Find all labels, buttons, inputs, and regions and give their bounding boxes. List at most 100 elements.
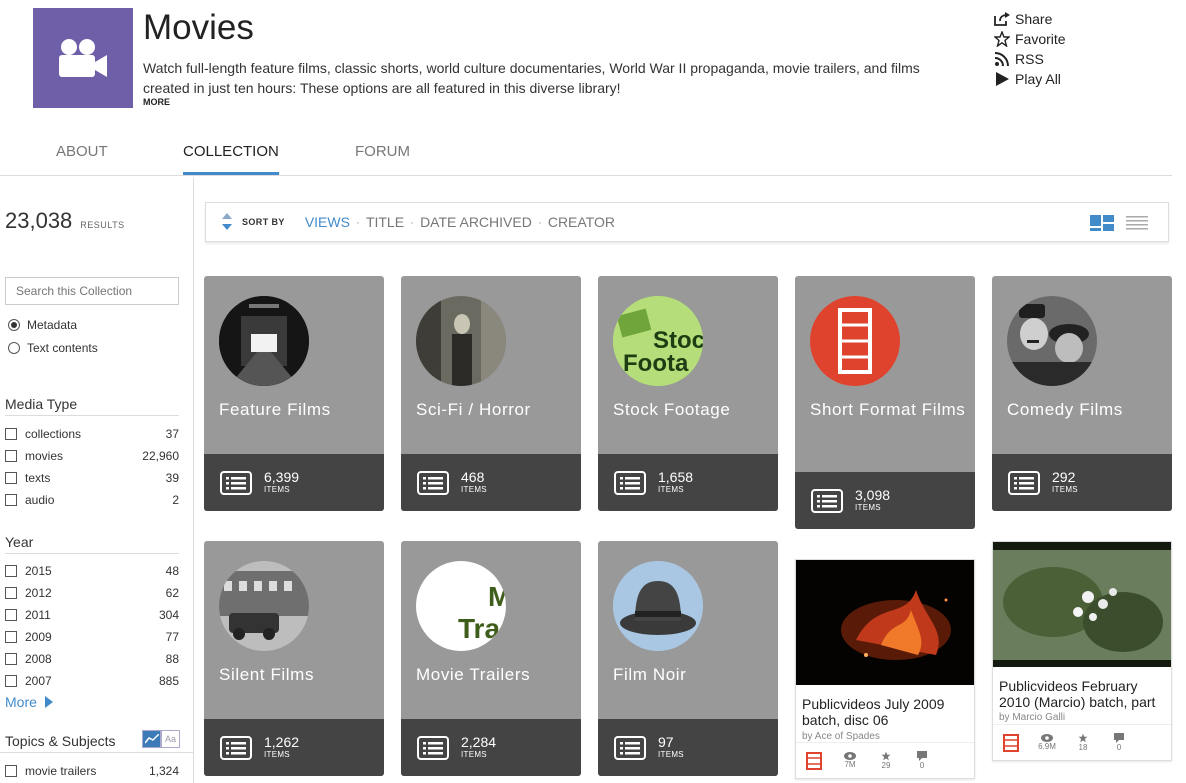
rss-icon bbox=[993, 51, 1011, 67]
items-label: ITEMS bbox=[855, 502, 881, 512]
collection-title: Stock Footage bbox=[613, 400, 731, 419]
play-all-button[interactable]: Play All bbox=[993, 69, 1066, 89]
collection-footer: 3,098 ITEMS bbox=[795, 472, 975, 529]
topic-view-toggle: Aa bbox=[142, 730, 180, 748]
separator: · bbox=[537, 215, 542, 229]
results-label: RESULTS bbox=[80, 220, 125, 230]
facet-year-2007[interactable]: 2007 885 bbox=[5, 670, 179, 692]
checkbox[interactable] bbox=[5, 472, 17, 484]
list-icon bbox=[417, 735, 449, 760]
item-tile[interactable]: Publicvideos February 2010 (Marcio) batc… bbox=[992, 541, 1172, 761]
facet-year-2012[interactable]: 2012 62 bbox=[5, 582, 179, 604]
item-title[interactable]: Publicvideos July 2009 batch, disc 06 bbox=[802, 696, 972, 730]
collection-footer: 97 ITEMS bbox=[598, 719, 778, 776]
chart-view-icon[interactable] bbox=[142, 730, 161, 748]
collection-title: Sci-Fi / Horror bbox=[416, 400, 531, 419]
views-stat: 7M bbox=[832, 752, 868, 769]
list-view-icon[interactable] bbox=[1126, 215, 1148, 231]
checkbox[interactable] bbox=[5, 587, 17, 599]
facet-year-2009[interactable]: 2009 77 bbox=[5, 626, 179, 648]
white-flowers-image bbox=[993, 542, 1171, 667]
collection-footer: 6,399 ITEMS bbox=[204, 454, 384, 511]
list-icon bbox=[614, 470, 646, 495]
facet-count: 22,960 bbox=[142, 449, 179, 463]
reviews-count: 0 bbox=[919, 761, 925, 770]
item-tile[interactable]: Publicvideos July 2009 batch, disc 06 by… bbox=[795, 559, 975, 779]
share-button[interactable]: Share bbox=[993, 9, 1066, 29]
checkbox[interactable] bbox=[5, 450, 17, 462]
facet-year-2015[interactable]: 2015 48 bbox=[5, 560, 179, 582]
favorites-stat: 18 bbox=[1065, 733, 1101, 752]
figure-in-doorway-image bbox=[416, 296, 506, 386]
sort-by-label: SORT BY bbox=[242, 217, 285, 227]
checkbox[interactable] bbox=[5, 653, 17, 665]
tab-about[interactable]: ABOUT bbox=[56, 138, 108, 175]
collection-tile-film-noir[interactable]: Film Noir 97 ITEMS bbox=[598, 541, 778, 776]
sort-title[interactable]: TITLE bbox=[366, 214, 404, 230]
collection-tile-stock-footage[interactable]: Stoc Foota Stock Footage 1,658 ITEMS bbox=[598, 276, 778, 511]
collection-footer: 292 ITEMS bbox=[992, 454, 1172, 511]
facet-topic-movie-trailers[interactable]: movie trailers 1,324 bbox=[5, 760, 179, 782]
collection-tile-comedy-films[interactable]: Comedy Films 292 ITEMS bbox=[992, 276, 1172, 511]
collection-title: Feature Films bbox=[219, 400, 331, 419]
search-metadata-radio[interactable]: Metadata bbox=[8, 318, 77, 332]
facet-media-audio[interactable]: audio 2 bbox=[5, 489, 179, 511]
search-text-contents-radio[interactable]: Text contents bbox=[8, 341, 98, 355]
checkbox[interactable] bbox=[5, 428, 17, 440]
divider bbox=[0, 752, 194, 753]
text-view-toggle[interactable]: Aa bbox=[161, 730, 180, 748]
item-title[interactable]: Publicvideos February 2010 (Marcio) batc… bbox=[999, 678, 1169, 710]
year-more-link[interactable]: More bbox=[5, 694, 53, 710]
collection-title: Short Format Films bbox=[810, 400, 966, 419]
collection-description: Watch full-length feature films, classic… bbox=[143, 60, 920, 96]
item-count: 3,098 bbox=[855, 486, 891, 503]
topics-heading: Topics & Subjects bbox=[5, 733, 116, 749]
collection-tile-movie-trailers[interactable]: M Tra Movie Trailers 2,284 ITEMS bbox=[401, 541, 581, 776]
item-count: 6,399 bbox=[264, 468, 300, 485]
checkbox[interactable] bbox=[5, 494, 17, 506]
tab-collection[interactable]: COLLECTION bbox=[183, 138, 279, 175]
facet-media-collections[interactable]: collections 37 bbox=[5, 423, 179, 445]
favorite-label: Favorite bbox=[1015, 31, 1066, 47]
collection-tile-scifi-horror[interactable]: Sci-Fi / Horror 468 ITEMS bbox=[401, 276, 581, 511]
results-count: 23,038 RESULTS bbox=[5, 208, 125, 234]
checkbox[interactable] bbox=[5, 609, 17, 621]
facet-year-2011[interactable]: 2011 304 bbox=[5, 604, 179, 626]
tile-view-icon[interactable] bbox=[1090, 215, 1114, 231]
checkbox[interactable] bbox=[5, 765, 17, 777]
fire-embers-image bbox=[796, 560, 974, 685]
collection-tile-feature-films[interactable]: Feature Films 6,399 ITEMS bbox=[204, 276, 384, 511]
checkbox[interactable] bbox=[5, 675, 17, 687]
reviews-stat: 0 bbox=[1101, 733, 1137, 752]
favorite-button[interactable]: Favorite bbox=[993, 29, 1066, 49]
year-heading: Year bbox=[5, 534, 179, 554]
sort-bar: SORT BY VIEWS · TITLE · DATE ARCHIVED · … bbox=[205, 202, 1169, 242]
checkbox[interactable] bbox=[5, 565, 17, 577]
facet-count: 1,324 bbox=[148, 764, 179, 778]
checkbox[interactable] bbox=[5, 631, 17, 643]
search-collection-input[interactable] bbox=[5, 277, 179, 305]
collection-tile-silent-films[interactable]: Silent Films 1,262 ITEMS bbox=[204, 541, 384, 776]
facet-media-movies[interactable]: movies 22,960 bbox=[5, 445, 179, 467]
facet-year-2008[interactable]: 2008 88 bbox=[5, 648, 179, 670]
sort-creator[interactable]: CREATOR bbox=[548, 214, 615, 230]
views-count: 6.9M bbox=[1038, 742, 1056, 751]
facet-label: movie trailers bbox=[25, 764, 97, 778]
separator: · bbox=[410, 215, 415, 229]
collection-tile-short-format-films[interactable]: Short Format Films 3,098 ITEMS bbox=[795, 276, 975, 529]
item-stats: 6.9M 18 0 bbox=[993, 724, 1171, 760]
favorites-stat: 29 bbox=[868, 751, 904, 770]
sort-views[interactable]: VIEWS bbox=[305, 214, 350, 230]
share-label: Share bbox=[1015, 11, 1053, 27]
facet-media-texts[interactable]: texts 39 bbox=[5, 467, 179, 489]
collection-footer: 1,262 ITEMS bbox=[204, 719, 384, 776]
sort-direction-icon[interactable] bbox=[222, 213, 232, 231]
sort-date-archived[interactable]: DATE ARCHIVED bbox=[420, 214, 532, 230]
star-icon bbox=[993, 31, 1011, 47]
rss-button[interactable]: RSS bbox=[993, 49, 1066, 69]
facet-label: 2007 bbox=[25, 674, 52, 688]
tab-forum[interactable]: FORUM bbox=[355, 138, 410, 175]
more-link[interactable]: MORE bbox=[143, 97, 170, 107]
facet-count: 39 bbox=[165, 471, 179, 485]
comment-icon bbox=[917, 751, 927, 761]
